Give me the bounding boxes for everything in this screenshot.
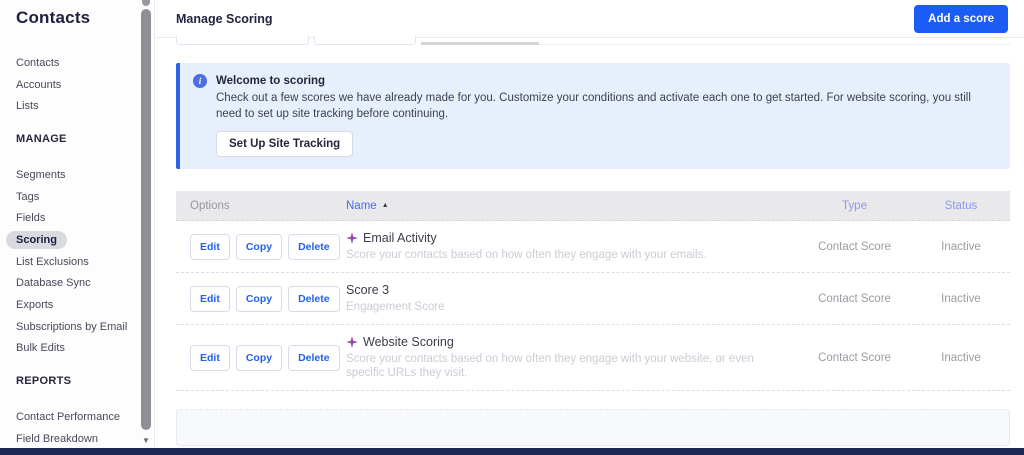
edit-button[interactable]: Edit bbox=[190, 344, 230, 371]
score-status: Inactive bbox=[941, 292, 981, 305]
sidebar-item-label: Subscriptions by Email bbox=[16, 320, 128, 333]
set-up-site-tracking-button[interactable]: Set Up Site Tracking bbox=[216, 131, 354, 157]
score-description: Score your contacts based on how often t… bbox=[346, 249, 707, 261]
sidebar-item-label: Lists bbox=[16, 100, 39, 113]
sidebar-item-segments[interactable]: Segments bbox=[16, 164, 154, 186]
app-window: Contacts Contacts Accounts Lists MANAGE … bbox=[0, 0, 1024, 455]
sidebar-item-label: Contact Performance bbox=[16, 411, 120, 424]
sidebar-scrollbar[interactable]: ▼ bbox=[141, 0, 151, 455]
sidebar-item-label: Tags bbox=[16, 190, 40, 203]
sidebar-group-top: Contacts Accounts Lists bbox=[16, 52, 154, 117]
scrolled-tab-remnant bbox=[421, 42, 539, 45]
ai-sparkle-icon bbox=[346, 232, 358, 244]
scrollbar-thumb[interactable] bbox=[141, 9, 151, 430]
sidebar-title: Contacts bbox=[16, 8, 91, 27]
score-name[interactable]: Email Activity bbox=[346, 231, 777, 245]
table-header-row: Options Name ▲ Type Status bbox=[176, 191, 1010, 221]
empty-footer-panel bbox=[176, 409, 1010, 446]
table-row: Edit Copy Delete Score 3 Engagement Scor… bbox=[176, 273, 1010, 325]
sidebar-item-label: Bulk Edits bbox=[16, 342, 65, 355]
sidebar-item-lists[interactable]: Lists bbox=[16, 95, 154, 117]
sidebar-group-manage: Segments Tags Fields Scoring List Exclus… bbox=[6, 164, 154, 360]
column-header-name-label: Name bbox=[346, 199, 377, 212]
scrollbar-up-arrow[interactable] bbox=[142, 0, 150, 6]
add-a-score-button[interactable]: Add a score bbox=[914, 4, 1008, 33]
scrolled-tab-remnants bbox=[176, 36, 1010, 48]
sidebar-item-exports[interactable]: Exports bbox=[16, 294, 154, 316]
score-name[interactable]: Website Scoring bbox=[346, 335, 777, 349]
sidebar-item-tags[interactable]: Tags bbox=[16, 186, 154, 208]
sidebar-item-scoring-selected[interactable]: Scoring bbox=[6, 229, 154, 251]
info-icon: i bbox=[193, 74, 207, 88]
score-status: Inactive bbox=[941, 351, 981, 364]
sidebar-item-list-exclusions[interactable]: List Exclusions bbox=[16, 251, 154, 273]
copy-button[interactable]: Copy bbox=[235, 233, 283, 260]
copy-button[interactable]: Copy bbox=[235, 344, 283, 371]
edit-button[interactable]: Edit bbox=[190, 233, 230, 260]
sidebar-item-database-sync[interactable]: Database Sync bbox=[16, 273, 154, 295]
scrolled-tab-remnant bbox=[314, 36, 416, 45]
score-name[interactable]: Score 3 bbox=[346, 283, 777, 297]
score-type: Contact Score bbox=[818, 351, 891, 364]
sidebar-item-label: Accounts bbox=[16, 78, 62, 91]
score-description: Score your contacts based on how often t… bbox=[346, 353, 754, 379]
sidebar-item-contact-performance[interactable]: Contact Performance bbox=[16, 406, 154, 428]
copy-button[interactable]: Copy bbox=[235, 285, 283, 312]
sidebar-item-contacts[interactable]: Contacts bbox=[16, 52, 154, 74]
score-name-label: Score 3 bbox=[346, 283, 390, 297]
scores-table: Options Name ▲ Type Status Edit Copy Del… bbox=[176, 191, 1010, 391]
sidebar-item-bulk-edits[interactable]: Bulk Edits bbox=[16, 338, 154, 360]
content-area: i Welcome to scoring Check out a few sco… bbox=[155, 63, 1024, 446]
sidebar-item-label: Field Breakdown bbox=[16, 432, 98, 445]
sidebar-item-field-breakdown[interactable]: Field Breakdown bbox=[16, 428, 154, 450]
sidebar-item-label: Database Sync bbox=[16, 277, 91, 290]
page-title: Manage Scoring bbox=[176, 11, 273, 26]
sidebar-item-label: Segments bbox=[16, 168, 66, 181]
sidebar-item-label: Fields bbox=[16, 212, 46, 225]
sidebar-item-label: Exports bbox=[16, 299, 54, 312]
ai-sparkle-icon bbox=[346, 336, 358, 348]
score-type: Contact Score bbox=[818, 292, 891, 305]
contacts-sidebar: Contacts Contacts Accounts Lists MANAGE … bbox=[0, 0, 155, 455]
score-name-label: Website Scoring bbox=[363, 335, 454, 349]
delete-button[interactable]: Delete bbox=[288, 285, 340, 312]
score-type: Contact Score bbox=[818, 240, 891, 253]
sidebar-item-label: List Exclusions bbox=[16, 255, 89, 268]
scrollbar-down-arrow[interactable]: ▼ bbox=[141, 436, 151, 446]
banner-body: Check out a few scores we have already m… bbox=[216, 92, 971, 120]
sidebar-item-fields[interactable]: Fields bbox=[16, 207, 154, 229]
sidebar-section-reports: REPORTS bbox=[16, 375, 72, 388]
score-description: Engagement Score bbox=[346, 301, 445, 313]
sidebar-item-subscriptions-by-email[interactable]: Subscriptions by Email bbox=[16, 316, 154, 338]
scrolled-tab-remnant bbox=[176, 36, 309, 45]
column-header-options: Options bbox=[190, 199, 230, 212]
sidebar-item-label: Contacts bbox=[16, 56, 60, 69]
delete-button[interactable]: Delete bbox=[288, 344, 340, 371]
banner-title: Welcome to scoring bbox=[216, 75, 326, 87]
sort-ascending-icon: ▲ bbox=[381, 202, 389, 209]
divider bbox=[539, 44, 1010, 45]
sidebar-item-accounts[interactable]: Accounts bbox=[16, 74, 154, 96]
page-header: Manage Scoring Add a score bbox=[155, 0, 1024, 38]
score-name-label: Email Activity bbox=[363, 231, 437, 245]
sidebar-item-label: Scoring bbox=[6, 230, 67, 249]
window-bottom-bar bbox=[0, 448, 1024, 455]
column-header-status: Status bbox=[944, 199, 978, 212]
column-header-type: Type bbox=[842, 199, 867, 212]
sidebar-section-manage: MANAGE bbox=[16, 133, 67, 146]
edit-button[interactable]: Edit bbox=[190, 285, 230, 312]
table-row: Edit Copy Delete Website Scoring Score y… bbox=[176, 325, 1010, 391]
delete-button[interactable]: Delete bbox=[288, 233, 340, 260]
welcome-banner: i Welcome to scoring Check out a few sco… bbox=[176, 63, 1010, 169]
column-header-name[interactable]: Name ▲ bbox=[346, 200, 797, 212]
score-status: Inactive bbox=[941, 240, 981, 253]
table-row: Edit Copy Delete Email Activity Score yo… bbox=[176, 221, 1010, 273]
main-panel: Manage Scoring Add a score i Welcome to … bbox=[155, 0, 1024, 455]
